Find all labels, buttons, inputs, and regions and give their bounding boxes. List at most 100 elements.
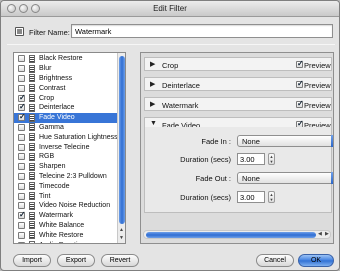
filter-enable-checkbox[interactable]: [18, 55, 25, 63]
duration-in-field[interactable]: [237, 153, 265, 165]
duration-out-field[interactable]: [237, 191, 265, 203]
active-filter-name: Watermark: [162, 101, 199, 110]
film-strip-icon: [29, 221, 35, 230]
active-filter-row[interactable]: ▶ Crop Preview: [144, 57, 332, 71]
filter-list-item-label: Hue Saturation Lightness: [39, 133, 118, 141]
preview-checkbox[interactable]: [296, 59, 304, 68]
fade-video-settings: Fade In : None ▲▼ Duration (secs) ▲▼ Fad…: [144, 127, 333, 213]
filter-enable-checkbox[interactable]: [18, 163, 25, 171]
fade-out-label: Fade Out :: [195, 174, 231, 183]
disclosure-closed-icon[interactable]: ▶: [150, 100, 155, 108]
filters-list[interactable]: Black Restore BlurBrightness Contrast Crop D…: [13, 52, 126, 244]
filter-enable-checkbox[interactable]: [18, 133, 25, 141]
disclosure-closed-icon[interactable]: ▶: [150, 60, 155, 68]
filter-enable-checkbox[interactable]: [18, 74, 25, 82]
film-strip-icon: [29, 172, 35, 181]
filter-enable-checkbox[interactable]: [18, 153, 25, 161]
filter-list-item[interactable]: Video Noise Reduction: [14, 201, 117, 211]
filter-list-item-label: Telecine 2:3 Pulldown: [39, 172, 107, 180]
film-strip-icon: [29, 84, 35, 93]
filter-list-item[interactable]: Blur: [14, 64, 117, 74]
filter-list-item[interactable]: Black Restore: [14, 54, 117, 64]
film-strip-icon: [29, 133, 35, 142]
scrollbar-thumb[interactable]: [146, 232, 316, 238]
scroll-up-icon[interactable]: ▲: [119, 227, 124, 233]
preview-checkbox[interactable]: [296, 79, 304, 88]
filter-list-item-label: Brightness: [39, 74, 73, 82]
filter-list-item-label: Blur: [39, 65, 52, 73]
fade-in-popup[interactable]: None ▲▼: [237, 135, 333, 147]
disclosure-open-icon[interactable]: ▼: [150, 120, 157, 127]
scroll-down-icon[interactable]: ▼: [119, 235, 124, 241]
edit-filter-window: Edit Filter Filter Name: Black RestoreBl…: [0, 0, 340, 271]
filters-list-scrollbar[interactable]: ▲ ▼: [117, 53, 125, 243]
filter-icon: [15, 27, 24, 36]
filter-list-item[interactable]: Fade Video: [14, 112, 117, 123]
filter-enable-checkbox[interactable]: [18, 221, 25, 229]
filter-enable-checkbox[interactable]: [18, 84, 25, 92]
filter-list-item-label: RGB: [39, 153, 55, 161]
active-filter-row[interactable]: ▶ Watermark Preview: [144, 97, 332, 111]
preview-label: Preview: [304, 61, 331, 70]
disclosure-closed-icon[interactable]: ▶: [150, 80, 155, 88]
scroll-left-icon[interactable]: ◀: [318, 231, 322, 237]
preview-checkbox[interactable]: [296, 99, 304, 108]
revert-button[interactable]: Revert: [101, 254, 139, 267]
popup-arrows-icon: ▲▼: [331, 135, 333, 147]
filter-list-item[interactable]: Hue Saturation Lightness: [14, 132, 118, 142]
fade-in-value: None: [242, 137, 260, 146]
title-bar[interactable]: Edit Filter: [1, 1, 339, 17]
filter-enable-checkbox[interactable]: [18, 202, 25, 210]
filter-list-item[interactable]: Deinterlace: [14, 102, 117, 113]
filter-enable-checkbox[interactable]: [18, 192, 25, 200]
filter-name-input[interactable]: [71, 24, 333, 38]
duration-in-stepper[interactable]: ▲ ▼: [268, 153, 275, 165]
film-strip-icon: [29, 211, 35, 220]
filter-list-item-label: Audio Duration: [39, 242, 85, 243]
import-button[interactable]: Import: [13, 254, 51, 267]
filter-enable-checkbox[interactable]: [18, 172, 25, 180]
filter-list-item[interactable]: Crop: [14, 93, 117, 103]
scrollbar-thumb[interactable]: [119, 56, 125, 224]
filter-enable-checkbox[interactable]: [18, 231, 25, 239]
filter-name-label: Filter Name:: [29, 28, 70, 37]
filter-list-item[interactable]: Brightness: [14, 74, 117, 84]
export-button[interactable]: Export: [57, 254, 95, 267]
duration-out-stepper[interactable]: ▲ ▼: [268, 191, 275, 203]
filter-enable-checkbox[interactable]: [18, 102, 26, 112]
filter-list-item[interactable]: Gamma: [14, 123, 117, 133]
filter-list-item[interactable]: Audio Duration: [14, 240, 117, 243]
filter-list-item[interactable]: Inverse Telecine: [14, 142, 117, 152]
filter-enable-checkbox[interactable]: [18, 182, 25, 190]
filter-list-item[interactable]: RGB: [14, 152, 117, 162]
cancel-button[interactable]: Cancel: [256, 254, 294, 267]
filter-list-item-label: White Restore: [39, 231, 84, 239]
filter-list-item[interactable]: Contrast: [14, 83, 117, 93]
filter-list-item-label: Video Noise Reduction: [39, 202, 111, 210]
filter-enable-checkbox[interactable]: [18, 112, 26, 122]
filter-list-item[interactable]: Watermark: [14, 210, 117, 221]
fade-out-popup[interactable]: None ▲▼: [237, 172, 333, 184]
film-strip-icon: [29, 74, 35, 83]
filter-list-item[interactable]: Sharpen: [14, 162, 117, 172]
active-filter-name: Crop: [162, 61, 179, 70]
scroll-right-icon[interactable]: ▶: [325, 231, 329, 237]
filter-enable-checkbox[interactable]: [18, 65, 25, 73]
filter-list-item[interactable]: Tint: [14, 191, 117, 201]
filter-list-item-label: Fade Video: [39, 114, 75, 122]
filter-list-item[interactable]: White Restore: [14, 230, 117, 240]
filter-list-item[interactable]: Timecode: [14, 181, 117, 191]
active-filters-scrollbar[interactable]: ◀ ▶: [143, 230, 331, 239]
film-strip-icon: [29, 54, 35, 63]
filter-list-item-label: Deinterlace: [39, 104, 75, 112]
filter-enable-checkbox[interactable]: [18, 93, 26, 102]
filter-enable-checkbox[interactable]: [18, 241, 25, 243]
ok-button[interactable]: OK: [298, 254, 334, 267]
filter-enable-checkbox[interactable]: [18, 143, 25, 151]
filter-enable-checkbox[interactable]: [18, 210, 26, 220]
filter-list-item-label: Tint: [39, 192, 51, 200]
filter-list-item[interactable]: White Balance: [14, 221, 117, 231]
active-filter-row[interactable]: ▶ Deinterlace Preview: [144, 77, 332, 91]
filter-enable-checkbox[interactable]: [18, 123, 25, 131]
filter-list-item[interactable]: Telecine 2:3 Pulldown: [14, 172, 117, 182]
